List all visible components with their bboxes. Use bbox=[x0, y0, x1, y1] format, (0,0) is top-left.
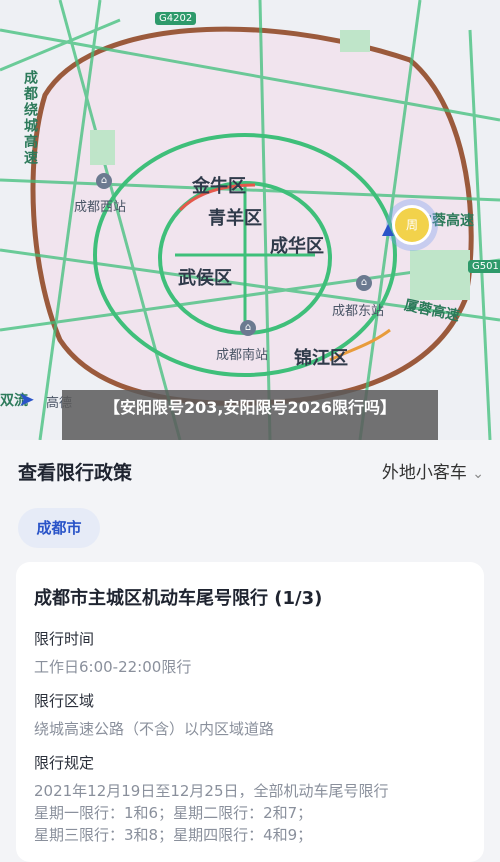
location-marker[interactable]: 周 bbox=[392, 205, 432, 245]
card-title: 成都市主城区机动车尾号限行 (1/3) bbox=[34, 588, 323, 609]
station-icon: ⌂ bbox=[356, 275, 372, 291]
highway-shield: G4202 bbox=[155, 12, 197, 25]
policy-header: 查看限行政策 外地小客车 ⌄ bbox=[18, 458, 484, 485]
navigation-icon[interactable]: ➤ bbox=[18, 388, 40, 410]
time-value: 工作日6:00-22:00限行 bbox=[34, 658, 192, 676]
direction-arrow-icon bbox=[382, 224, 394, 236]
vehicle-type-label: 外地小客车 bbox=[381, 463, 467, 483]
district-jinjiang[interactable]: 锦江区 bbox=[294, 344, 348, 370]
city-tab[interactable]: 成都市 bbox=[18, 508, 100, 548]
district-chenghua[interactable]: 成华区 bbox=[270, 232, 324, 258]
district-wuhou[interactable]: 武侯区 bbox=[178, 264, 232, 290]
district-qingyang[interactable]: 青羊区 bbox=[208, 204, 262, 230]
area-value: 绕城高速公路（不含）以内区域道路 bbox=[34, 720, 275, 738]
station-icon: ⌂ bbox=[96, 173, 112, 189]
policy-sheet: 查看限行政策 外地小客车 ⌄ 成都市 成都市主城区机动车尾号限行 (1/3) 限… bbox=[0, 440, 500, 862]
rule-label: 限行规定 bbox=[34, 754, 95, 772]
district-jinniu[interactable]: 金牛区 bbox=[192, 172, 246, 198]
rule-line: 2021年12月19日至12月25日，全部机动车尾号限行 bbox=[34, 782, 389, 800]
ring-highway-label: 成都绕城高速 bbox=[22, 70, 38, 166]
time-label: 限行时间 bbox=[34, 630, 95, 648]
station-chengdu-south[interactable]: 成都南站 bbox=[216, 344, 268, 363]
rule-line: 星期一限行：1和6；星期二限行：2和7； bbox=[34, 804, 313, 822]
vehicle-type-dropdown[interactable]: 外地小客车 ⌄ bbox=[382, 458, 484, 483]
station-chengdu-west[interactable]: 成都西站 bbox=[74, 196, 126, 215]
policy-title: 查看限行政策 bbox=[18, 462, 133, 484]
highway-shield-side: G501 bbox=[468, 260, 500, 273]
chevron-down-icon: ⌄ bbox=[472, 466, 484, 482]
area-label: 限行区域 bbox=[34, 692, 95, 710]
station-chengdu-east[interactable]: 成都东站 bbox=[332, 300, 384, 319]
station-icon: ⌂ bbox=[240, 320, 256, 336]
policy-card: 成都市主城区机动车尾号限行 (1/3) 限行时间 工作日6:00-22:00限行… bbox=[16, 562, 484, 862]
map-view[interactable]: G4202 G501 成都绕城高速 金牛区 青羊区 成华区 武侯区 锦江区 ⌂ … bbox=[0, 0, 500, 440]
